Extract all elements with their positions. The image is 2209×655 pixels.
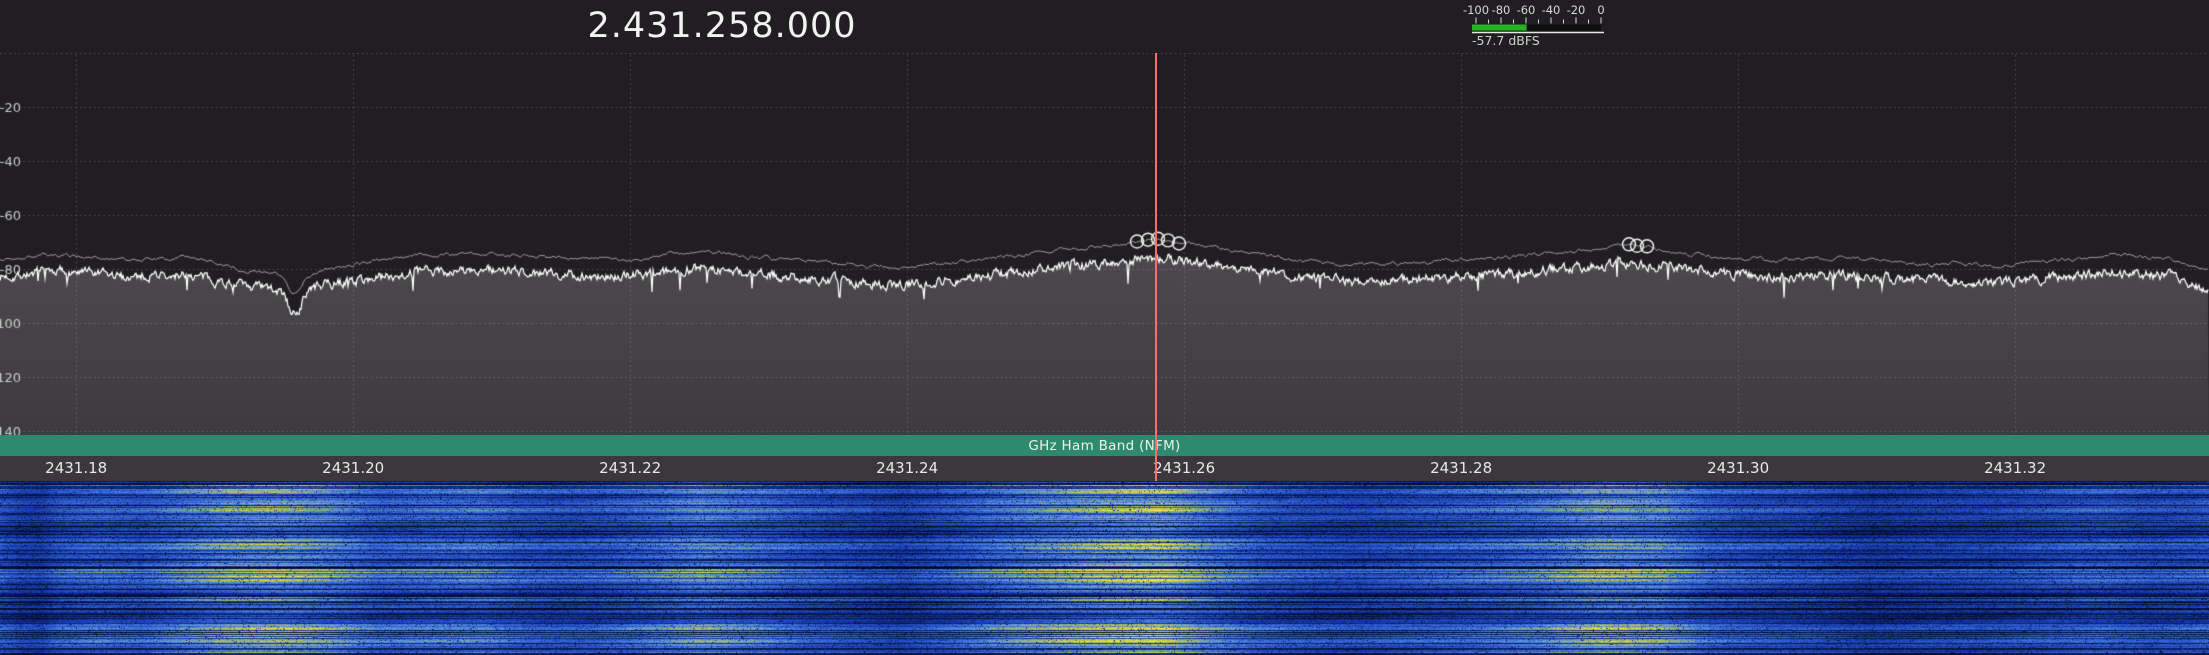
frequency-axis[interactable]: 2431.18 2431.20 2431.22 2431.24 2431.26 2431.… [0,456,2209,481]
signal-meter-svg: -100 -80 -60 -40 -20 0 -57.7 dBFS [1448,1,1613,48]
meter-scale-label: -100 [1463,3,1489,17]
meter-scale-label: -80 [1492,3,1511,17]
frequency-tick-label: 2431.24 [876,456,938,481]
band-plan-label: GHz Ham Band (NFM) [1028,438,1180,454]
waterfall-canvas[interactable] [0,481,2209,655]
meter-value-label: -57.7 dBFS [1472,33,1540,48]
meter-ruler-ticks [1476,18,1601,24]
frequency-tick-label: 2431.32 [1984,456,2046,481]
sdr-window: 2.431.258.000 -100 -80 -60 -40 -20 0 -57… [0,0,2209,655]
meter-scale-label: 0 [1597,3,1604,17]
frequency-display[interactable]: 2.431.258.000 [587,2,856,50]
meter-scale: -100 -80 -60 -40 -20 0 [1463,3,1605,17]
frequency-tick-label: 2431.18 [45,456,107,481]
meter-scale-label: -40 [1542,3,1561,17]
meter-scale-label: -60 [1517,3,1536,17]
signal-meter: -100 -80 -60 -40 -20 0 -57.7 dBFS [1448,1,1613,48]
frequency-tick-label: 2431.26 [1153,456,1215,481]
meter-scale-label: -20 [1567,3,1586,17]
frequency-tick-label: 2431.22 [599,456,661,481]
spectrum-canvas[interactable] [0,53,2209,435]
frequency-tick-label: 2431.30 [1707,456,1769,481]
tuning-cursor-line[interactable] [1155,53,1157,481]
meter-bar-fill [1472,25,1527,31]
frequency-tick-label: 2431.28 [1430,456,1492,481]
frequency-tick-label: 2431.20 [322,456,384,481]
band-plan-bar: GHz Ham Band (NFM) [0,435,2209,456]
